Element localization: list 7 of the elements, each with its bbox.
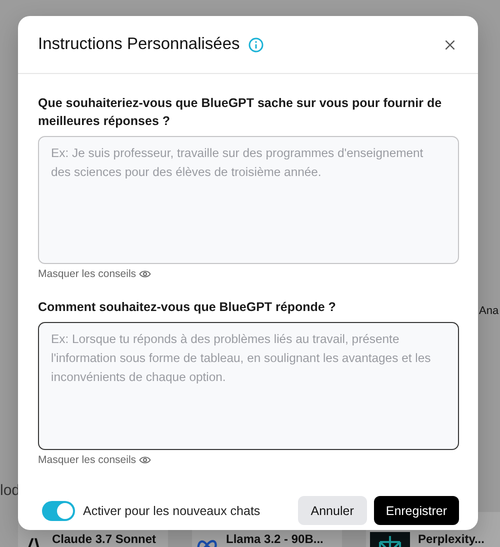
model-name: Claude 3.7 Sonnet (52, 532, 156, 546)
model-name: Perplexity... (418, 532, 484, 546)
model-name: Llama 3.2 - 90B... (226, 532, 324, 546)
question-label: Comment souhaitez-vous que BlueGPT réponde ? (38, 299, 337, 316)
toggle-label: Activer pour les nouveaux chats (83, 504, 260, 518)
question-label: Que souhaiteriez-vous que BlueGPT sache sur vous pour fournir de meilleures réponses ? (38, 95, 443, 130)
dialog-title: Instructions Personnalisées (38, 35, 240, 54)
